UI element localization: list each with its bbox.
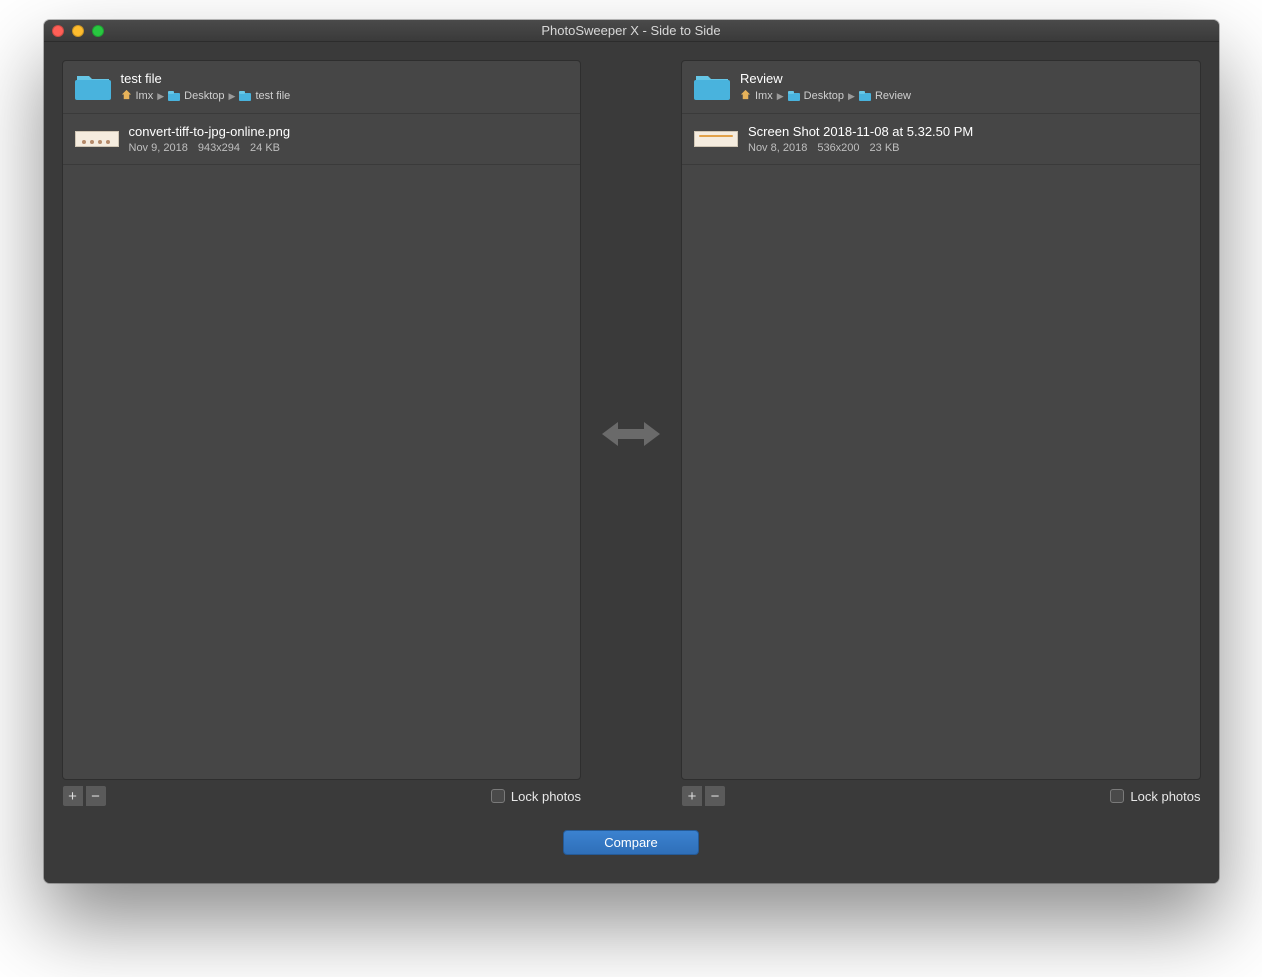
right-panel-wrap: Review Imx ▶ Desktop ▶ — [681, 60, 1201, 808]
left-panel-footer: + − Lock photos — [62, 784, 582, 808]
breadcrumb-desktop: Desktop — [184, 90, 224, 102]
file-date: Nov 8, 2018 — [748, 142, 807, 154]
file-dimensions: 943x294 — [198, 142, 240, 154]
lock-photos-label: Lock photos — [511, 789, 581, 804]
right-breadcrumb: Imx ▶ Desktop ▶ Review — [740, 89, 911, 103]
home-icon — [740, 89, 751, 103]
left-file-row[interactable]: convert-tiff-to-jpg-online.png Nov 9, 20… — [63, 114, 581, 165]
folder-small-icon — [859, 91, 871, 101]
file-size: 24 KB — [250, 142, 280, 154]
traffic-lights — [52, 25, 104, 37]
chevron-right-icon: ▶ — [229, 92, 236, 101]
close-icon[interactable] — [52, 25, 64, 37]
compare-button[interactable]: Compare — [563, 830, 698, 855]
remove-button[interactable]: − — [85, 785, 107, 807]
right-folder-header[interactable]: Review Imx ▶ Desktop ▶ — [682, 61, 1200, 114]
breadcrumb-desktop: Desktop — [804, 90, 844, 102]
left-breadcrumb: Imx ▶ Desktop ▶ test file — [121, 89, 291, 103]
home-icon — [121, 89, 132, 103]
left-panel: test file Imx ▶ Desktop ▶ — [62, 60, 582, 780]
folder-small-icon — [168, 91, 180, 101]
folder-icon — [75, 72, 111, 102]
folder-small-icon — [788, 91, 800, 101]
titlebar[interactable]: PhotoSweeper X - Side to Side — [44, 20, 1219, 42]
add-button[interactable]: + — [681, 785, 703, 807]
right-folder-name: Review — [740, 71, 911, 86]
lock-photos-label: Lock photos — [1130, 789, 1200, 804]
remove-button[interactable]: − — [704, 785, 726, 807]
file-size: 23 KB — [870, 142, 900, 154]
swap-arrow-icon — [602, 419, 660, 449]
right-panel-footer: + − Lock photos — [681, 784, 1201, 808]
right-panel: Review Imx ▶ Desktop ▶ — [681, 60, 1201, 780]
breadcrumb-user: Imx — [136, 90, 154, 102]
left-folder-name: test file — [121, 71, 291, 86]
left-panel-wrap: test file Imx ▶ Desktop ▶ — [62, 60, 582, 808]
lock-photos-checkbox[interactable] — [491, 789, 505, 803]
right-file-name: Screen Shot 2018-11-08 at 5.32.50 PM — [748, 124, 973, 139]
file-dimensions: 536x200 — [817, 142, 859, 154]
file-date: Nov 9, 2018 — [129, 142, 188, 154]
compare-panels: test file Imx ▶ Desktop ▶ — [62, 60, 1201, 808]
chevron-right-icon: ▶ — [777, 92, 784, 101]
compare-row: Compare — [62, 808, 1201, 865]
breadcrumb-leaf: test file — [255, 90, 290, 102]
content-area: test file Imx ▶ Desktop ▶ — [44, 42, 1219, 883]
left-folder-header[interactable]: test file Imx ▶ Desktop ▶ — [63, 61, 581, 114]
window-title: PhotoSweeper X - Side to Side — [44, 23, 1219, 38]
chevron-right-icon: ▶ — [848, 92, 855, 101]
app-window: PhotoSweeper X - Side to Side test file — [44, 20, 1219, 883]
right-file-info: Nov 8, 2018 536x200 23 KB — [748, 142, 973, 154]
lock-photos-checkbox[interactable] — [1110, 789, 1124, 803]
folder-icon — [694, 72, 730, 102]
breadcrumb-user: Imx — [755, 90, 773, 102]
breadcrumb-leaf: Review — [875, 90, 911, 102]
center-spacer — [581, 60, 681, 808]
folder-small-icon — [239, 91, 251, 101]
add-button[interactable]: + — [62, 785, 84, 807]
chevron-right-icon: ▶ — [157, 92, 164, 101]
zoom-icon[interactable] — [92, 25, 104, 37]
thumbnail-icon — [694, 131, 738, 147]
left-file-name: convert-tiff-to-jpg-online.png — [129, 124, 291, 139]
right-file-row[interactable]: Screen Shot 2018-11-08 at 5.32.50 PM Nov… — [682, 114, 1200, 165]
minimize-icon[interactable] — [72, 25, 84, 37]
thumbnail-icon — [75, 131, 119, 147]
left-file-info: Nov 9, 2018 943x294 24 KB — [129, 142, 291, 154]
